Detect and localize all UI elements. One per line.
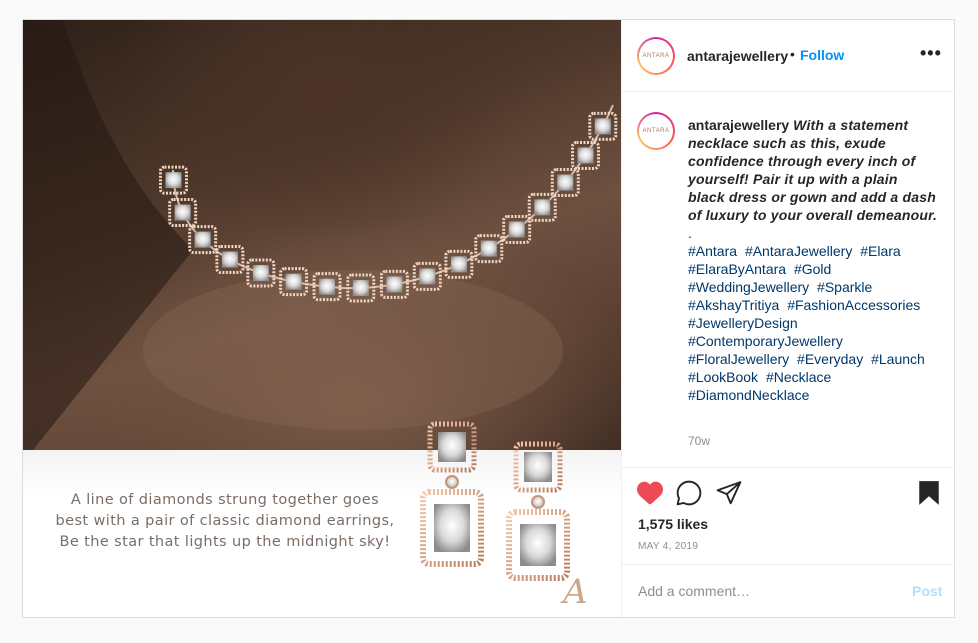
add-comment-bar: Post [622, 564, 955, 617]
necklace-link [571, 140, 601, 170]
hashtag-link[interactable]: #Launch [871, 351, 925, 367]
necklace-illustration [23, 20, 618, 450]
avatar-logo: ANTARA [639, 114, 673, 148]
post-card: A line of diamonds strung together goes … [22, 19, 955, 618]
hashtag-link[interactable]: #FloralJewellery [688, 351, 789, 367]
hashtag-link[interactable]: #DiamondNecklace [688, 387, 809, 403]
caption-username[interactable]: antarajewellery [688, 117, 789, 133]
hashtag-link[interactable]: #FashionAccessories [787, 297, 920, 313]
promo-tagline: A line of diamonds strung together goes … [45, 490, 405, 553]
bookmark-icon[interactable] [918, 480, 940, 506]
promo-line-3: Be the star that lights up the midnight … [59, 534, 391, 550]
necklace-link [168, 198, 198, 228]
promo-text-panel: A line of diamonds strung together goes … [23, 421, 621, 617]
post-date: MAY 4, 2019 [638, 541, 699, 552]
hashtag-link[interactable]: #Elara [860, 243, 900, 259]
necklace-photo [23, 20, 621, 450]
hashtag-link[interactable]: #AkshayTritiya [688, 297, 779, 313]
necklace-link [444, 249, 474, 279]
comment-bubble-icon[interactable] [676, 480, 702, 506]
header-username[interactable]: antarajewellery [687, 48, 788, 64]
hashtag-list: #Antara #AntaraJewellery #Elara #ElaraBy… [688, 242, 938, 404]
follow-button[interactable]: Follow [800, 47, 844, 63]
hashtag-link[interactable]: #AntaraJewellery [745, 243, 852, 259]
brand-signature-logo: A [563, 572, 588, 612]
earrings-illustration [420, 421, 570, 581]
hashtag-link[interactable]: #JewelleryDesign [688, 315, 798, 331]
caption-timestamp[interactable]: 70w [688, 434, 710, 448]
comments-section: ANTARA antarajewellery With a statement n… [622, 92, 955, 468]
more-options-icon[interactable]: ••• [920, 43, 942, 64]
post-image[interactable]: A line of diamonds strung together goes … [23, 20, 621, 617]
action-bar: 1,575 likes MAY 4, 2019 [622, 468, 955, 564]
avatar-logo: ANTARA [639, 39, 673, 73]
necklace-link [588, 111, 618, 141]
paper-plane-icon[interactable] [716, 480, 742, 506]
hashtag-link[interactable]: #ElaraByAntara [688, 261, 786, 277]
hashtag-link[interactable]: #Gold [794, 261, 831, 277]
caption: antarajewellery With a statement necklace… [688, 116, 938, 404]
hashtag-link[interactable]: #Everyday [797, 351, 863, 367]
post-sidebar: ANTARA antarajewellery • Follow ••• ANTA… [621, 20, 955, 617]
hashtag-link[interactable]: #Antara [688, 243, 737, 259]
necklace-link [474, 234, 504, 264]
caption-dot: . [688, 225, 692, 241]
hashtag-link[interactable]: #ContemporaryJewellery [688, 333, 843, 349]
avatar[interactable]: ANTARA [637, 37, 675, 75]
hashtag-link[interactable]: #LookBook [688, 369, 758, 385]
necklace-link [502, 214, 532, 244]
promo-line-2: best with a pair of classic diamond earr… [55, 513, 395, 529]
heart-icon[interactable] [636, 480, 664, 506]
comment-input[interactable] [636, 579, 900, 603]
hashtag-link[interactable]: #WeddingJewellery [688, 279, 809, 295]
necklace-link [215, 245, 245, 275]
likes-count[interactable]: 1,575 likes [638, 516, 708, 532]
hashtag-link[interactable]: #Sparkle [817, 279, 872, 295]
hashtag-link[interactable]: #Necklace [766, 369, 831, 385]
promo-line-1: A line of diamonds strung together goes [70, 492, 380, 508]
post-comment-button[interactable]: Post [912, 583, 942, 599]
caption-avatar[interactable]: ANTARA [637, 112, 675, 150]
separator-dot: • [790, 46, 795, 62]
post-header: ANTARA antarajewellery • Follow ••• [622, 20, 955, 92]
